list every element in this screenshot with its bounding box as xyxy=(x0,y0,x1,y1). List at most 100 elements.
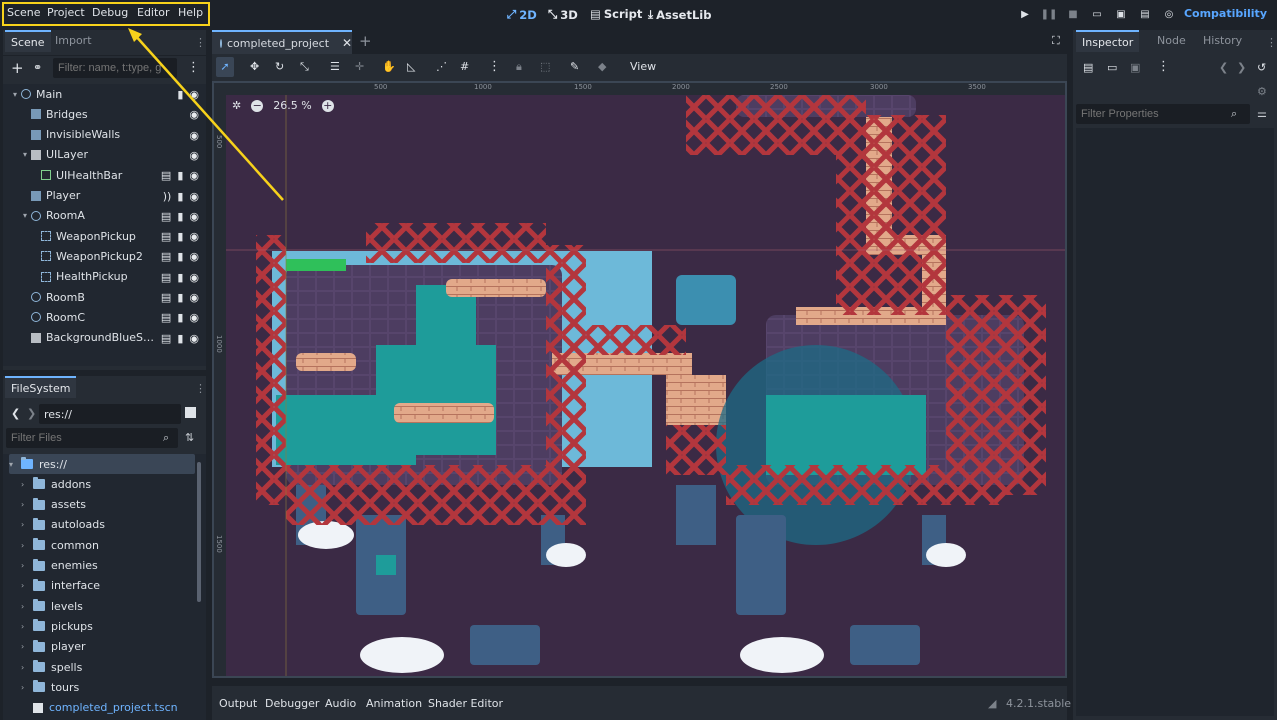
grid-snap-icon[interactable]: # xyxy=(460,60,469,73)
workspace-assetlib-button[interactable]: ⤓ AssetLib xyxy=(648,7,711,22)
save-resource-icon[interactable]: ▣ xyxy=(1130,61,1140,74)
scale-tool-icon[interactable]: ⤡ xyxy=(300,60,309,74)
history-back-icon[interactable]: ❮ xyxy=(1219,61,1228,74)
zoom-out-icon[interactable]: − xyxy=(251,99,264,112)
view-menu[interactable]: View xyxy=(630,60,656,73)
dock-menu-icon[interactable]: ⋮ xyxy=(1266,36,1277,49)
visibility-eye-icon[interactable]: ◉ xyxy=(189,250,199,263)
new-resource-icon[interactable]: ▤ xyxy=(1083,61,1093,74)
instance-icon[interactable]: ▤ xyxy=(161,169,171,182)
split-mode-icon[interactable] xyxy=(185,407,196,418)
files-filter-input[interactable] xyxy=(6,428,178,448)
collapse-arrow-icon[interactable]: ▾ xyxy=(19,150,31,159)
movie-maker-icon[interactable]: ◎ xyxy=(1160,6,1178,22)
group-icon[interactable]: ⬚ xyxy=(540,60,550,73)
add-node-icon[interactable]: + xyxy=(11,59,24,77)
expand-arrow-icon[interactable]: › xyxy=(21,663,33,672)
fs-folder-pickups[interactable]: › pickups xyxy=(9,616,195,636)
snap-options-icon[interactable]: ⋮ xyxy=(488,59,501,74)
instance-icon[interactable]: ▤ xyxy=(161,271,171,284)
visibility-eye-icon[interactable]: ◉ xyxy=(189,149,199,162)
camera-override-icon[interactable]: ◆ xyxy=(598,60,606,73)
fs-folder-enemies[interactable]: › enemies xyxy=(9,556,195,576)
link-icon[interactable]: ⚭ xyxy=(33,61,42,74)
expand-arrow-icon[interactable]: › xyxy=(21,480,33,489)
scene-node-roomb[interactable]: RoomB ▤ ▮ ◉ xyxy=(9,287,203,307)
fs-folder-levels[interactable]: › levels xyxy=(9,596,195,616)
tab-import[interactable]: Import xyxy=(49,30,98,52)
pause-icon[interactable]: ❚❚ xyxy=(1040,6,1058,22)
scene-node-weaponpickup2[interactable]: WeaponPickup2 ▤ ▮ ◉ xyxy=(9,246,203,266)
inspector-settings-icon[interactable]: ⚌ xyxy=(1257,107,1267,120)
fullscreen-icon[interactable]: ⛶ xyxy=(1052,34,1060,48)
move-tool-icon[interactable]: ✥ xyxy=(250,60,259,73)
scene-node-weaponpickup[interactable]: WeaponPickup ▤ ▮ ◉ xyxy=(9,226,203,246)
instance-icon[interactable]: ▤ xyxy=(161,210,171,223)
expand-arrow-icon[interactable]: › xyxy=(21,500,33,509)
path-field[interactable]: res:// xyxy=(39,404,181,424)
script-icon[interactable]: ▮ xyxy=(177,332,183,345)
script-icon[interactable]: ▮ xyxy=(177,88,183,101)
scene-node-uilayer[interactable]: ▾ UILayer ◉ xyxy=(9,145,203,165)
zoom-in-icon[interactable]: + xyxy=(321,99,334,112)
skeleton-icon[interactable]: ✎ xyxy=(570,60,579,73)
pivot-tool-icon[interactable]: ✛ xyxy=(355,60,364,73)
expand-arrow-icon[interactable]: › xyxy=(21,642,33,651)
tab-debugger[interactable]: Debugger xyxy=(265,697,319,710)
script-icon[interactable]: ▮ xyxy=(177,169,183,182)
visibility-eye-icon[interactable]: ◉ xyxy=(189,108,199,121)
open-docs-icon[interactable]: ⚙ xyxy=(1257,85,1267,98)
resource-options-icon[interactable]: ⋮ xyxy=(1157,59,1170,74)
play-icon[interactable]: ▶ xyxy=(1016,6,1034,22)
workspace-3d-button[interactable]: ⤡ 3D xyxy=(548,7,578,22)
rotate-tool-icon[interactable]: ↻ xyxy=(275,60,284,73)
expand-arrow-icon[interactable]: › xyxy=(21,581,33,590)
scene-node-invisiblewalls[interactable]: InvisibleWalls ◉ xyxy=(9,125,203,145)
pan-tool-icon[interactable]: ✋ xyxy=(382,60,396,73)
script-icon[interactable]: ▮ xyxy=(177,291,183,304)
fs-folder-autoloads[interactable]: › autoloads xyxy=(9,515,195,535)
instance-icon[interactable]: ▤ xyxy=(161,230,171,243)
fs-scrollbar[interactable] xyxy=(197,462,201,602)
expand-arrow-icon[interactable]: › xyxy=(21,602,33,611)
dock-menu-icon[interactable]: ⋮ xyxy=(195,36,206,49)
expand-arrow-icon[interactable]: › xyxy=(21,520,33,529)
sort-icon[interactable]: ⇅ xyxy=(185,431,194,444)
tab-shader-editor[interactable]: Shader Editor xyxy=(428,697,503,710)
expand-arrow-icon[interactable]: › xyxy=(21,561,33,570)
forward-icon[interactable]: ❯ xyxy=(27,407,36,420)
visibility-eye-icon[interactable]: ◉ xyxy=(189,190,199,203)
script-icon[interactable]: ▮ xyxy=(177,271,183,284)
collapse-arrow-icon[interactable]: ▾ xyxy=(9,460,21,469)
collapse-arrow-icon[interactable]: ▾ xyxy=(19,211,31,220)
signal-icon[interactable]: )) xyxy=(163,190,172,203)
close-icon[interactable]: ✕ xyxy=(342,36,352,50)
expand-arrow-icon[interactable]: › xyxy=(21,683,33,692)
tab-node[interactable]: Node xyxy=(1151,30,1192,52)
scene-node-healthpickup[interactable]: HealthPickup ▤ ▮ ◉ xyxy=(9,267,203,287)
tab-animation[interactable]: Animation xyxy=(366,697,422,710)
fs-folder-player[interactable]: › player xyxy=(9,637,195,657)
scene-node-main[interactable]: ▾ Main ▮ ◉ xyxy=(9,84,203,104)
fs-folder-tours[interactable]: › tours xyxy=(9,677,195,697)
play-custom-scene-icon[interactable]: ▤ xyxy=(1136,6,1154,22)
smart-snap-icon[interactable]: ⋰ xyxy=(436,60,447,73)
script-icon[interactable]: ▮ xyxy=(177,230,183,243)
scene-tab[interactable]: completed_project ✕ xyxy=(212,30,352,54)
fs-folder-interface[interactable]: › interface xyxy=(9,576,195,596)
canvas-viewport[interactable]: 500 1000 1500 2000 2500 3000 3500 500 10… xyxy=(212,81,1067,678)
expand-arrow-icon[interactable]: › xyxy=(21,622,33,631)
tab-history[interactable]: History xyxy=(1197,30,1248,52)
object-history-icon[interactable]: ↺ xyxy=(1257,61,1266,74)
tab-filesystem[interactable]: FileSystem xyxy=(5,376,77,398)
scene-filter-input[interactable] xyxy=(53,58,177,78)
tab-output[interactable]: Output xyxy=(219,697,257,710)
remote-debug-icon[interactable]: ▭ xyxy=(1088,6,1106,22)
visibility-eye-icon[interactable]: ◉ xyxy=(189,291,199,304)
fs-file[interactable]: completed_project.tscn xyxy=(9,698,195,718)
list-select-icon[interactable]: ☰ xyxy=(330,60,340,73)
select-tool-icon[interactable]: ➚ xyxy=(216,57,234,77)
visibility-eye-icon[interactable]: ◉ xyxy=(189,271,199,284)
script-icon[interactable]: ▮ xyxy=(177,250,183,263)
dock-menu-icon[interactable]: ⋮ xyxy=(195,382,206,395)
